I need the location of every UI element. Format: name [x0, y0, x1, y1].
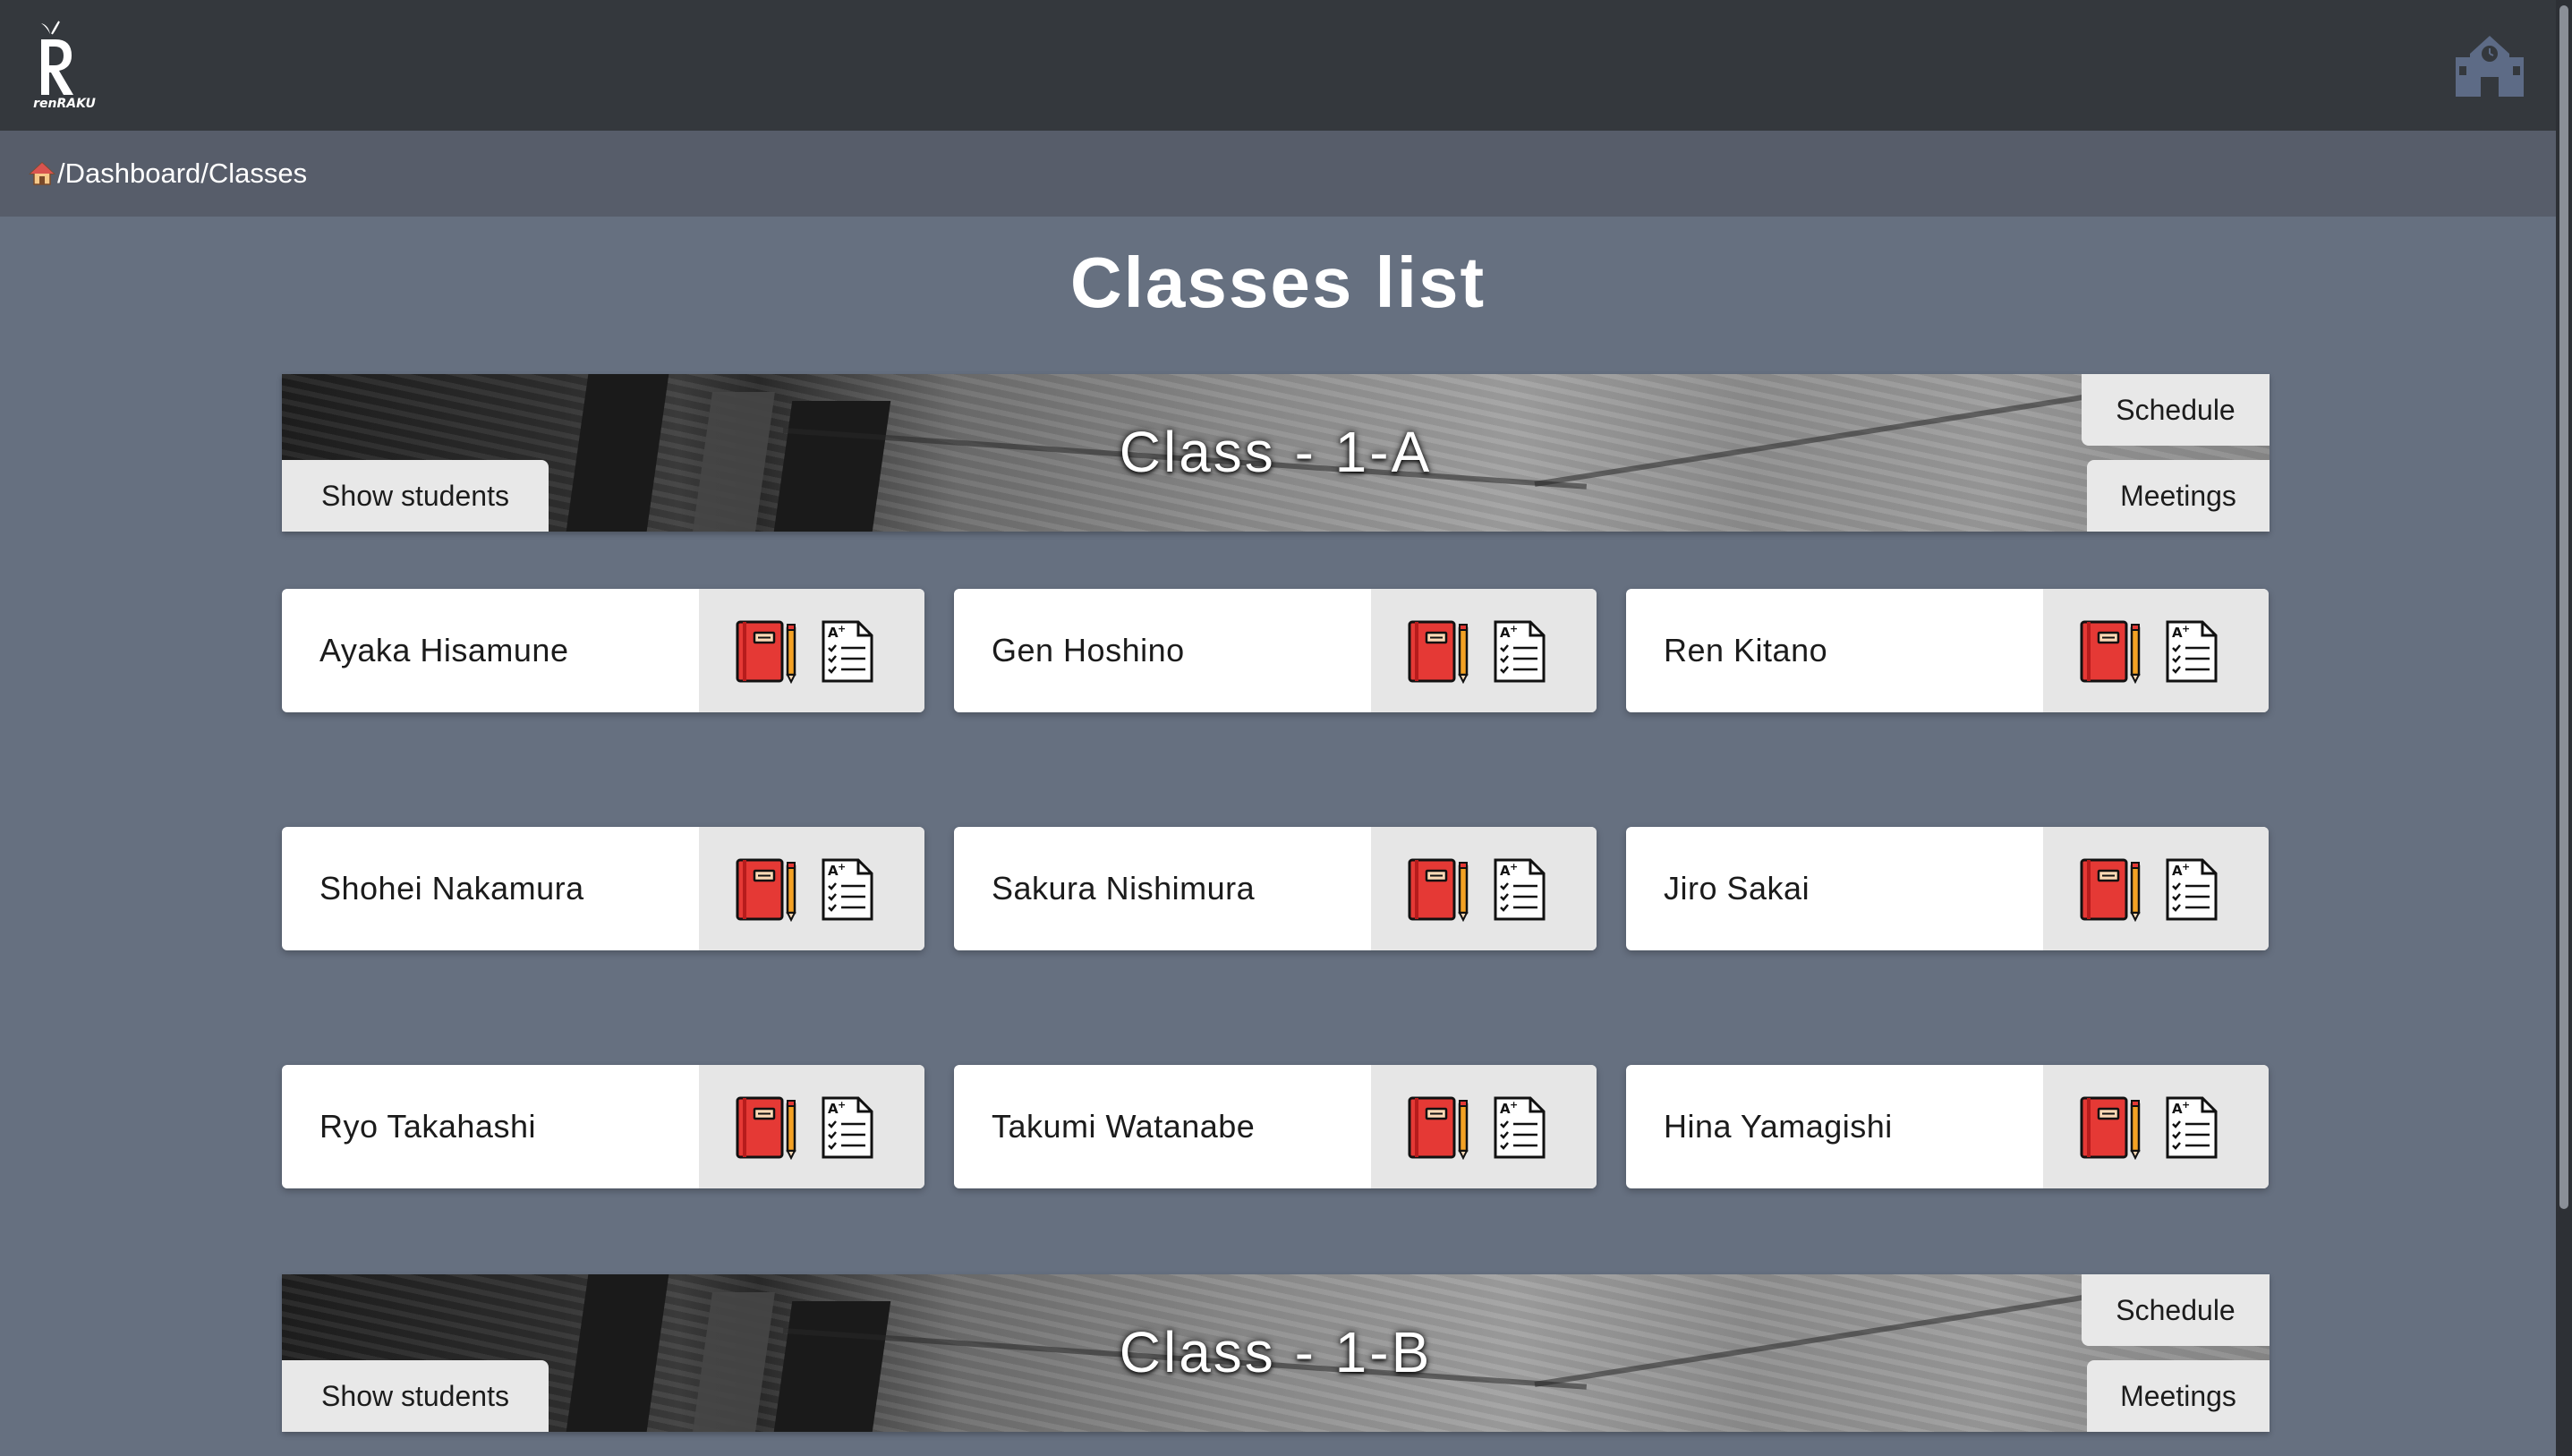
- grade-sheet-icon[interactable]: [1493, 1095, 1546, 1160]
- school-building-icon[interactable]: [2452, 27, 2527, 102]
- meetings-button[interactable]: Meetings: [2087, 460, 2270, 532]
- student-name: Ren Kitano: [1664, 632, 1828, 668]
- breadcrumb: /Dashboard/Classes: [29, 158, 307, 190]
- breadcrumb-bar: /Dashboard/Classes: [0, 131, 2556, 217]
- grade-sheet-icon[interactable]: [2165, 619, 2219, 684]
- notebook-icon[interactable]: [2079, 1095, 2143, 1160]
- breadcrumb-path[interactable]: /Dashboard/Classes: [57, 158, 307, 190]
- student-actions: [1371, 1065, 1597, 1188]
- student-card: Ayaka Hisamune: [282, 589, 924, 712]
- show-students-button[interactable]: Show students: [282, 460, 549, 532]
- student-actions: [2043, 1065, 2269, 1188]
- schedule-button[interactable]: Schedule: [2082, 1274, 2270, 1346]
- notebook-icon[interactable]: [735, 619, 799, 684]
- grade-sheet-icon[interactable]: [2165, 857, 2219, 922]
- student-name: Sakura Nishimura: [992, 870, 1256, 907]
- meetings-button[interactable]: Meetings: [2087, 1360, 2270, 1432]
- student-actions: [2043, 589, 2269, 712]
- student-name: Jiro Sakai: [1664, 870, 1810, 907]
- student-card: Gen Hoshino: [954, 589, 1597, 712]
- student-card: Shohei Nakamura: [282, 827, 924, 950]
- grade-sheet-icon[interactable]: [821, 619, 874, 684]
- page-scrollbar[interactable]: [2556, 0, 2572, 1456]
- grade-sheet-icon[interactable]: [1493, 857, 1546, 922]
- student-actions: [699, 589, 924, 712]
- student-name: Ayaka Hisamune: [319, 632, 569, 668]
- student-actions: [1371, 589, 1597, 712]
- grade-sheet-icon[interactable]: [2165, 1095, 2219, 1160]
- student-actions: [1371, 827, 1597, 950]
- student-card: Takumi Watanabe: [954, 1065, 1597, 1188]
- student-card: Ryo Takahashi: [282, 1065, 924, 1188]
- notebook-icon[interactable]: [735, 857, 799, 922]
- student-card: Ren Kitano: [1626, 589, 2269, 712]
- grade-sheet-icon[interactable]: [821, 857, 874, 922]
- class-banner: Class - 1-B Show students Schedule Meeti…: [282, 1274, 2270, 1432]
- schedule-button[interactable]: Schedule: [2082, 374, 2270, 446]
- student-name: Gen Hoshino: [992, 632, 1185, 668]
- notebook-icon[interactable]: [2079, 857, 2143, 922]
- class-title: Class - 1-A: [1119, 420, 1433, 484]
- notebook-icon[interactable]: [1407, 1095, 1471, 1160]
- class-title: Class - 1-B: [1119, 1320, 1433, 1384]
- notebook-icon[interactable]: [735, 1095, 799, 1160]
- scrollbar-thumb[interactable]: [2559, 5, 2568, 1209]
- student-card: Jiro Sakai: [1626, 827, 2269, 950]
- show-students-button[interactable]: Show students: [282, 1360, 549, 1432]
- svg-text:renRAKU: renRAKU: [33, 97, 96, 111]
- notebook-icon[interactable]: [2079, 619, 2143, 684]
- student-card: Sakura Nishimura: [954, 827, 1597, 950]
- student-actions: [699, 1065, 924, 1188]
- notebook-icon[interactable]: [1407, 857, 1471, 922]
- renraku-logo[interactable]: renRAKU: [29, 18, 100, 111]
- student-card: Hina Yamagishi: [1626, 1065, 2269, 1188]
- house-icon[interactable]: [29, 160, 55, 187]
- grade-sheet-icon[interactable]: [1493, 619, 1546, 684]
- top-navbar: renRAKU: [0, 0, 2556, 131]
- class-banner: Class - 1-A Show students Schedule Meeti…: [282, 374, 2270, 532]
- student-name: Shohei Nakamura: [319, 870, 584, 907]
- page-title: Classes list: [1069, 243, 1486, 322]
- student-actions: [2043, 827, 2269, 950]
- grade-sheet-icon[interactable]: [821, 1095, 874, 1160]
- student-actions: [699, 827, 924, 950]
- student-name: Takumi Watanabe: [992, 1108, 1256, 1145]
- student-name: Ryo Takahashi: [319, 1108, 536, 1145]
- notebook-icon[interactable]: [1407, 619, 1471, 684]
- student-name: Hina Yamagishi: [1664, 1108, 1893, 1145]
